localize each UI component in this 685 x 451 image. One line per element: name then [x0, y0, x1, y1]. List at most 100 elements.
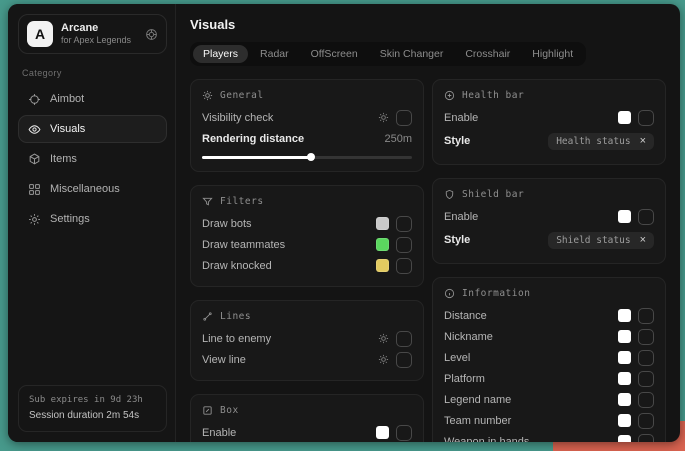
sidebar-item-aimbot[interactable]: Aimbot: [18, 85, 167, 113]
row-visibility-check: Visibility check: [202, 107, 412, 128]
settings-gear-icon[interactable]: [378, 333, 389, 344]
row-shield-enable: Enable: [444, 206, 654, 227]
section-filters: Filters Draw bots Draw teammates: [190, 185, 424, 287]
tab-skin-changer[interactable]: Skin Changer: [370, 45, 454, 63]
sidebar-item-items[interactable]: Items: [18, 145, 167, 173]
brand-text: Arcane for Apex Legends: [61, 22, 137, 47]
team-number-checkbox[interactable]: [638, 413, 654, 429]
row-draw-knocked: Draw knocked: [202, 255, 412, 276]
row-weapon-in-hands: Weapon in hands: [444, 431, 654, 442]
color-swatch[interactable]: [618, 210, 631, 223]
draw-knocked-checkbox[interactable]: [396, 258, 412, 274]
legend-name-checkbox[interactable]: [638, 392, 654, 408]
settings-gear-icon[interactable]: [378, 354, 389, 365]
platform-checkbox[interactable]: [638, 371, 654, 387]
session-duration-text: Session duration 2m 54s: [29, 408, 156, 424]
section-health-bar: Health bar Enable Style Health status: [432, 79, 666, 165]
row-team-number: Team number: [444, 410, 654, 431]
distance-checkbox[interactable]: [638, 308, 654, 324]
brand-logo: A: [27, 21, 53, 47]
rendering-distance-slider[interactable]: [202, 153, 412, 161]
lifebuoy-icon[interactable]: [145, 28, 158, 41]
color-swatch[interactable]: [618, 414, 631, 427]
health-enable-checkbox[interactable]: [638, 110, 654, 126]
section-information: Information Distance Nickname: [432, 277, 666, 442]
section-shield-bar: Shield bar Enable Style Shield status: [432, 178, 666, 264]
box-icon: [202, 405, 213, 416]
tab-players[interactable]: Players: [193, 45, 248, 63]
sidebar-item-miscellaneous[interactable]: Miscellaneous: [18, 175, 167, 203]
row-health-enable: Enable: [444, 107, 654, 128]
sub-expiry-text: Sub expires in 9d 23h: [29, 394, 156, 408]
diagonal-line-icon: [202, 311, 213, 322]
brand-subtitle: for Apex Legends: [61, 35, 137, 46]
right-column: Health bar Enable Style Health status: [432, 79, 666, 442]
main-panel: Visuals Players Radar OffScreen Skin Cha…: [176, 4, 680, 442]
color-swatch[interactable]: [618, 372, 631, 385]
grid-icon: [28, 183, 41, 196]
eye-icon: [28, 123, 41, 136]
visibility-check-checkbox[interactable]: [396, 110, 412, 126]
funnel-icon: [202, 196, 213, 207]
tab-offscreen[interactable]: OffScreen: [301, 45, 368, 63]
line-to-enemy-checkbox[interactable]: [396, 331, 412, 347]
color-swatch[interactable]: [618, 393, 631, 406]
tab-highlight[interactable]: Highlight: [522, 45, 583, 63]
color-swatch[interactable]: [376, 259, 389, 272]
section-general: General Visibility check: [190, 79, 424, 172]
slider-handle[interactable]: [307, 153, 315, 161]
section-title: Filters: [220, 196, 264, 207]
left-column: General Visibility check: [190, 79, 424, 442]
color-swatch[interactable]: [376, 217, 389, 230]
row-draw-teammates: Draw teammates: [202, 234, 412, 255]
color-swatch[interactable]: [618, 330, 631, 343]
clear-icon[interactable]: ×: [640, 136, 646, 147]
box-enable-checkbox[interactable]: [396, 425, 412, 441]
sidebar-item-settings[interactable]: Settings: [18, 205, 167, 233]
sidebar-item-label: Visuals: [50, 123, 85, 135]
sidebar: A Arcane for Apex Legends Category Aimbo…: [8, 4, 176, 442]
shield-icon: [444, 189, 455, 200]
section-title: Health bar: [462, 90, 524, 101]
level-checkbox[interactable]: [638, 350, 654, 366]
view-line-checkbox[interactable]: [396, 352, 412, 368]
row-platform: Platform: [444, 368, 654, 389]
brand-card: A Arcane for Apex Legends: [18, 14, 167, 54]
row-line-to-enemy: Line to enemy: [202, 328, 412, 349]
row-view-line: View line: [202, 349, 412, 370]
sidebar-item-label: Aimbot: [50, 93, 84, 105]
sun-icon: [202, 90, 213, 101]
sidebar-item-label: Miscellaneous: [50, 183, 120, 195]
draw-teammates-checkbox[interactable]: [396, 237, 412, 253]
health-circle-plus-icon: [444, 90, 455, 101]
row-draw-bots: Draw bots: [202, 213, 412, 234]
row-shield-style: Style Shield status ×: [444, 227, 654, 253]
subscription-info: Sub expires in 9d 23h Session duration 2…: [18, 385, 167, 432]
color-swatch[interactable]: [618, 309, 631, 322]
cube-icon: [28, 153, 41, 166]
sidebar-item-visuals[interactable]: Visuals: [18, 115, 167, 143]
color-swatch[interactable]: [376, 238, 389, 251]
color-swatch[interactable]: [618, 351, 631, 364]
tab-radar[interactable]: Radar: [250, 45, 299, 63]
row-level: Level: [444, 347, 654, 368]
page-title: Visuals: [190, 17, 666, 32]
color-swatch[interactable]: [376, 426, 389, 439]
crosshair-icon: [28, 93, 41, 106]
health-style-select[interactable]: Health status ×: [548, 133, 654, 150]
color-swatch[interactable]: [618, 435, 631, 442]
shield-style-select[interactable]: Shield status ×: [548, 232, 654, 249]
tab-bar: Players Radar OffScreen Skin Changer Cro…: [190, 42, 586, 66]
category-label: Category: [22, 68, 163, 78]
row-box-enable: Enable: [202, 422, 412, 442]
settings-gear-icon[interactable]: [378, 112, 389, 123]
weapon-in-hands-checkbox[interactable]: [638, 434, 654, 443]
clear-icon[interactable]: ×: [640, 235, 646, 246]
tab-crosshair[interactable]: Crosshair: [455, 45, 520, 63]
nickname-checkbox[interactable]: [638, 329, 654, 345]
row-health-style: Style Health status ×: [444, 128, 654, 154]
shield-enable-checkbox[interactable]: [638, 209, 654, 225]
draw-bots-checkbox[interactable]: [396, 216, 412, 232]
brand-title: Arcane: [61, 22, 137, 36]
color-swatch[interactable]: [618, 111, 631, 124]
